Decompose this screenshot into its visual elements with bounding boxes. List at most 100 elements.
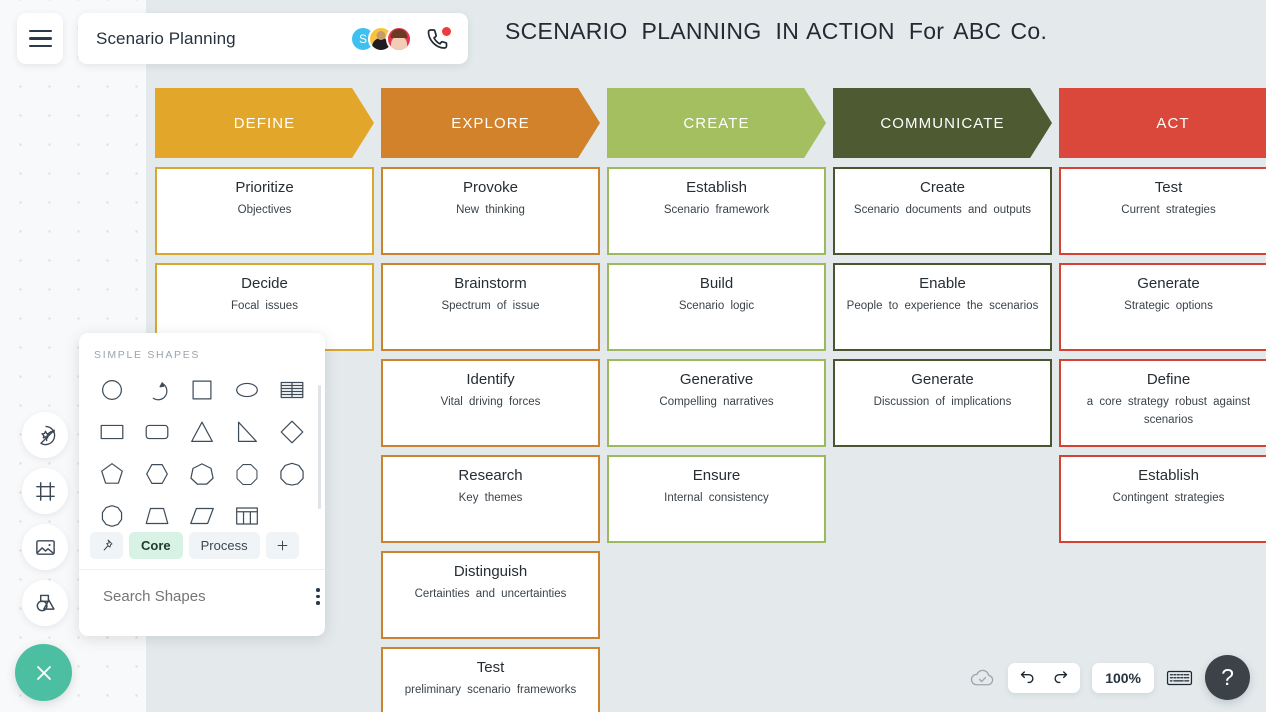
page-title-word: Co. [1010, 18, 1047, 44]
shape-parallelogram-icon[interactable] [179, 497, 224, 535]
board-card[interactable]: Identify Vital driving forces [381, 359, 600, 447]
keyboard-icon[interactable] [1166, 668, 1193, 688]
card-subtitle: Contingent strategies [1070, 490, 1266, 508]
board-card[interactable]: BrainstormSpectrum of issue [381, 263, 600, 351]
card-title: Prioritize [166, 179, 363, 196]
column-header-define[interactable]: DEFINE [155, 88, 374, 158]
kebab-dot [316, 588, 320, 592]
shape-grid-table-icon[interactable] [225, 497, 270, 535]
shape-rounded-rectangle-icon[interactable] [134, 413, 179, 451]
redo-icon[interactable] [1051, 669, 1070, 686]
board-card[interactable]: GenerateStrategic options [1059, 263, 1266, 351]
help-button[interactable]: ? [1205, 655, 1250, 700]
board-card[interactable]: Establish Scenario framework [607, 167, 826, 255]
board-column: ACT Test Current strategies GenerateStrateg… [1059, 88, 1266, 551]
card-title: Distinguish [392, 563, 589, 580]
phone-call-icon[interactable] [425, 27, 450, 51]
app-root: DEFINEPrioritizeObjectivesDecideFocal is… [0, 0, 1266, 712]
card-subtitle: Vital driving forces [392, 394, 589, 412]
card-subtitle: Compelling narratives [618, 394, 815, 412]
board-card[interactable]: DistinguishCertainties and uncertainties [381, 551, 600, 639]
card-title: Generate [1070, 275, 1266, 292]
card-title: Define [1070, 371, 1266, 388]
board-card[interactable]: GenerateDiscussion of implications [833, 359, 1052, 447]
card-subtitle: Internal consistency [618, 490, 815, 508]
card-title: Generative [618, 371, 815, 388]
shape-diamond-icon[interactable] [270, 413, 315, 451]
shape-ellipse-icon[interactable] [225, 371, 270, 409]
board-card[interactable]: ProvokeNew thinking [381, 167, 600, 255]
page-title-word: IN [776, 18, 800, 44]
tab-core[interactable]: Core [129, 532, 183, 559]
card-title: Provoke [392, 179, 589, 196]
card-title: Create [844, 179, 1041, 196]
more-options-icon[interactable] [312, 584, 324, 609]
document-title[interactable]: Scenario Planning [96, 29, 350, 49]
board-card[interactable]: BuildScenario logic [607, 263, 826, 351]
image-icon[interactable] [22, 524, 68, 570]
shapes-tab-row: Core Process [79, 526, 325, 570]
column-header-communicate[interactable]: COMMUNICATE [833, 88, 1052, 158]
shape-right-triangle-icon[interactable] [225, 413, 270, 451]
cloud-saved-icon[interactable] [969, 667, 996, 689]
shape-nonagon-icon[interactable] [270, 455, 315, 493]
shapes-scrollbar[interactable] [318, 385, 321, 509]
card-subtitle: Objectives [166, 202, 363, 220]
card-subtitle: Current strategies [1070, 202, 1266, 220]
zoom-level[interactable]: 100% [1092, 663, 1154, 693]
board-card[interactable]: CreateScenario documents and outputs [833, 167, 1052, 255]
shapes-panel: SIMPLE SHAPES Core Process [79, 333, 325, 636]
hamburger-line [29, 30, 52, 32]
search-input[interactable] [103, 588, 302, 605]
shape-square-icon[interactable] [179, 371, 224, 409]
board-card[interactable]: Prioritize Objectives [155, 167, 374, 255]
column-header-act[interactable]: ACT [1059, 88, 1266, 158]
board-card[interactable]: Testpreliminary scenario frameworks [381, 647, 600, 712]
shape-triangle-icon[interactable] [179, 413, 224, 451]
page-title-word: ACTION [806, 18, 895, 44]
card-title: Identify [392, 371, 589, 388]
board-card[interactable]: Generative Compelling narratives [607, 359, 826, 447]
shape-arc-icon[interactable] [134, 371, 179, 409]
shape-rectangle-icon[interactable] [89, 413, 134, 451]
card-subtitle: Discussion of implications [844, 394, 1041, 412]
column-header-create[interactable]: CREATE [607, 88, 826, 158]
frame-icon[interactable] [22, 468, 68, 514]
column-header-explore[interactable]: EXPLORE [381, 88, 600, 158]
board-card[interactable]: EnablePeople to experience the scenarios [833, 263, 1052, 351]
page-title: SCENARIOPLANNINGINACTIONForABCCo. [505, 18, 1047, 45]
shape-hexagon-icon[interactable] [134, 455, 179, 493]
shape-table-striped-icon[interactable] [270, 371, 315, 409]
shape-octagon-icon[interactable] [225, 455, 270, 493]
hamburger-menu-button[interactable] [17, 13, 63, 64]
board-card[interactable]: EnsureInternal consistency [607, 455, 826, 543]
shapes-icon[interactable] [22, 580, 68, 626]
document-title-bar: Scenario Planning S [78, 13, 468, 64]
sticker-icon[interactable] [22, 412, 68, 458]
card-title: Build [618, 275, 815, 292]
board-card[interactable]: ResearchKey themes [381, 455, 600, 543]
card-title: Test [1070, 179, 1266, 196]
board-card[interactable]: Test Current strategies [1059, 167, 1266, 255]
collaborator-avatars: S [350, 26, 412, 52]
avatar[interactable] [386, 26, 412, 52]
card-subtitle: People to experience the scenarios [844, 298, 1041, 316]
board-card[interactable]: Define a core strategy robust against sce… [1059, 359, 1266, 447]
shape-decagon-icon[interactable] [89, 497, 134, 535]
shape-trapezoid-icon[interactable] [134, 497, 179, 535]
shape-pentagon-icon[interactable] [89, 455, 134, 493]
card-title: Establish [618, 179, 815, 196]
undo-icon[interactable] [1018, 669, 1037, 686]
add-tab-button[interactable] [266, 532, 299, 559]
card-subtitle: Scenario framework [618, 202, 815, 220]
board-column: COMMUNICATE CreateScenario documents and … [833, 88, 1052, 455]
kebab-dot [316, 601, 320, 605]
shape-circle-icon[interactable] [89, 371, 134, 409]
card-subtitle: Spectrum of issue [392, 298, 589, 316]
board-card[interactable]: EstablishContingent strategies [1059, 455, 1266, 543]
card-subtitle: a core strategy robust against scenarios [1070, 394, 1266, 430]
close-icon[interactable] [15, 644, 72, 701]
pin-icon[interactable] [90, 532, 123, 559]
shape-heptagon-icon[interactable] [179, 455, 224, 493]
tab-process[interactable]: Process [189, 532, 260, 559]
